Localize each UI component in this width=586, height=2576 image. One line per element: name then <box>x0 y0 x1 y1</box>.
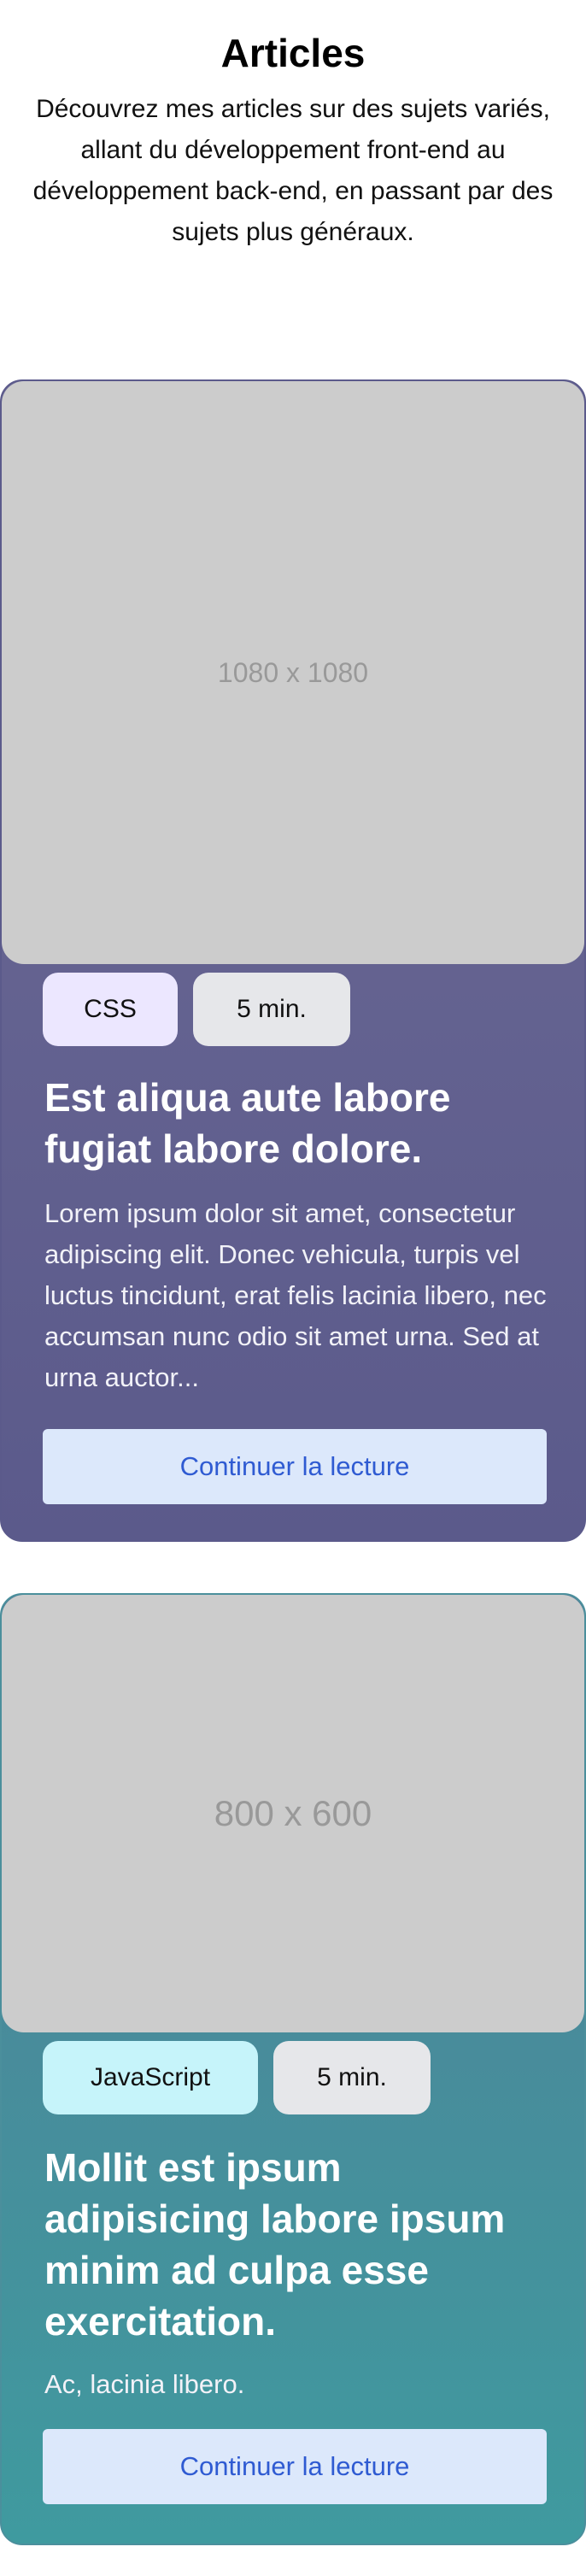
article-excerpt: Ac, lacinia libero. <box>44 2369 245 2399</box>
page-intro: Découvrez mes articles sur des sujets va… <box>32 95 554 246</box>
page-title: Articles <box>220 31 366 75</box>
continue-reading-button[interactable]: Continuer la lecture <box>43 1429 547 1504</box>
article-tags: CSS 5 min. <box>43 973 350 1046</box>
reading-time-badge: 5 min. <box>193 973 350 1046</box>
reading-time-badge: 5 min. <box>273 2041 431 2114</box>
category-tag[interactable]: CSS <box>43 973 178 1046</box>
article-thumbnail[interactable]: 1080 x 1080 <box>2 381 584 964</box>
articles-header: Articles Découvrez mes articles sur des … <box>0 0 586 253</box>
article-card: 800 x 600 JavaScript 5 min. Mollit est i… <box>0 1593 586 2545</box>
article-thumbnail[interactable]: 800 x 600 <box>2 1595 584 2032</box>
article-card: 1080 x 1080 CSS 5 min. Est aliqua aute l… <box>0 379 586 1542</box>
thumbnail-placeholder-text: 1080 x 1080 <box>217 656 369 688</box>
category-tag[interactable]: JavaScript <box>43 2041 258 2114</box>
article-title[interactable]: Est aliqua aute labore fugiat labore dol… <box>44 1072 557 1174</box>
article-tags: JavaScript 5 min. <box>43 2041 431 2114</box>
continue-reading-button[interactable]: Continuer la lecture <box>43 2429 547 2504</box>
article-excerpt: Lorem ipsum dolor sit amet, consectetur … <box>44 1198 547 1392</box>
article-title[interactable]: Mollit est ipsum adipisicing labore ipsu… <box>44 2142 557 2347</box>
thumbnail-placeholder-text: 800 x 600 <box>214 1793 372 1833</box>
